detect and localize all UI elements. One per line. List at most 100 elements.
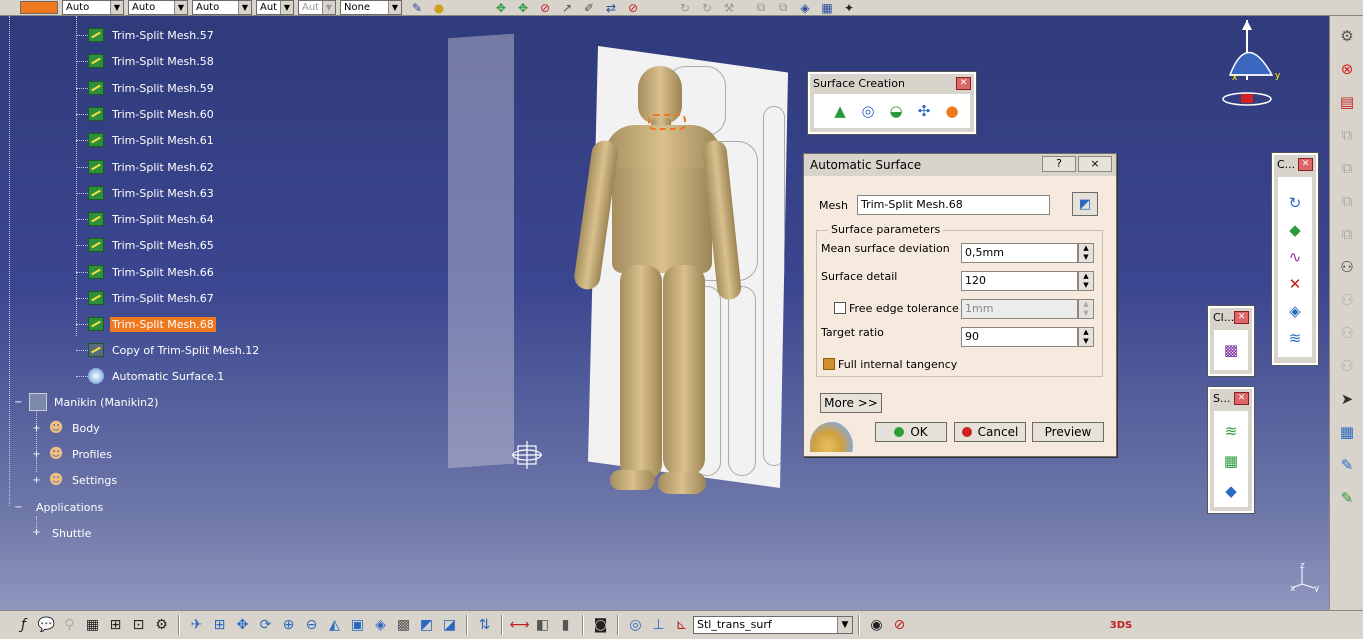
network-surface-icon[interactable]: ✣	[912, 99, 936, 123]
automatic-surface-dialog[interactable]: Automatic Surface ? × Mesh Trim-Split Me…	[803, 153, 1117, 457]
automatic-surface-icon[interactable]: ●	[940, 99, 964, 123]
palette-title-bar[interactable]: Cl... ✕	[1210, 308, 1252, 326]
tree-item-mesh[interactable]: Trim-Split Mesh.65	[86, 235, 216, 255]
comment-icon[interactable]: 💬	[35, 614, 58, 636]
pan-icon[interactable]: ✥	[231, 614, 254, 636]
tools-icon[interactable]: ⚙	[1334, 23, 1360, 49]
view-icon[interactable]: ◈	[794, 0, 816, 15]
arrow-icon[interactable]: ↗	[556, 0, 578, 15]
tree-item-manikin-child[interactable]: ☻ Settings	[46, 470, 119, 490]
pdf-icon[interactable]: ▤	[1334, 89, 1360, 115]
update-icon[interactable]: ⇅	[473, 614, 496, 636]
ok-button[interactable]: OK	[875, 422, 947, 442]
curve-loop-icon[interactable]: ↻	[1283, 191, 1307, 215]
bottle-icon[interactable]: ▮	[554, 614, 577, 636]
collapse-icon[interactable]: −	[14, 398, 23, 408]
copy-icon[interactable]: ⧉	[1334, 122, 1360, 148]
lock-icon[interactable]: ⊡	[127, 614, 150, 636]
views-icon[interactable]: ▣	[346, 614, 369, 636]
tree-item-applications[interactable]: Applications	[10, 497, 105, 517]
close-icon[interactable]: ✕	[956, 76, 971, 90]
curve-2-icon[interactable]: ↻	[696, 0, 718, 15]
free-edge-field[interactable]: 1mm	[961, 299, 1078, 319]
move-green-2-icon[interactable]: ✥	[512, 0, 534, 15]
combo-4[interactable]: Aut ▼	[256, 0, 294, 15]
mesh-select-button[interactable]: ◩	[1072, 192, 1098, 216]
surface-creation-palette[interactable]: Surface Creation ✕ ▲ ◎ ◒ ✣ ●	[807, 71, 977, 135]
cl-palette[interactable]: Cl... ✕ ▩	[1207, 305, 1255, 377]
combo-1[interactable]: Auto ▼	[62, 0, 124, 15]
s-palette[interactable]: S... ✕ ≋ ▦ ◆	[1207, 386, 1255, 514]
eye-no-icon[interactable]: ⊘	[888, 614, 911, 636]
curve-icon[interactable]: ↻	[674, 0, 696, 15]
tree-item-mesh[interactable]: Trim-Split Mesh.59	[86, 78, 216, 98]
eye-icon[interactable]: ◉	[865, 614, 888, 636]
mean-deviation-field[interactable]: 0,5mm	[961, 243, 1078, 263]
close-icon[interactable]: ✕	[1234, 310, 1249, 324]
mesh-surface-icon[interactable]: ▲	[828, 99, 852, 123]
fit-all-icon[interactable]: ⊞	[208, 614, 231, 636]
hide-show-icon[interactable]: ◩	[415, 614, 438, 636]
close-icon[interactable]: ✕	[1234, 391, 1249, 405]
select-arrow-icon[interactable]: ➤	[1334, 386, 1360, 412]
close-icon[interactable]: ✕	[1298, 157, 1313, 171]
copy-4-icon[interactable]: ⧉	[1334, 221, 1360, 247]
mean-deviation-spinner[interactable]: ▲ ▼	[1078, 243, 1094, 263]
cloud-icon[interactable]: ▩	[1219, 338, 1243, 362]
copy-icon[interactable]: ⧉	[750, 0, 772, 15]
people-icon[interactable]: ⚇	[1334, 254, 1360, 280]
people-4-icon[interactable]: ⚇	[1334, 353, 1360, 379]
tree-item-mesh[interactable]: Trim-Split Mesh.63	[86, 183, 216, 203]
surface-grid-icon[interactable]: ▦	[1219, 449, 1243, 473]
tree-item-manikin-child[interactable]: ☻ Profiles	[46, 444, 114, 464]
chevron-down-icon[interactable]: ▼	[174, 1, 187, 14]
swap-space-icon[interactable]: ◪	[438, 614, 461, 636]
people-3-icon[interactable]: ⚇	[1334, 320, 1360, 346]
tree-item-shuttle[interactable]: Shuttle	[26, 523, 93, 543]
cancel-button[interactable]: Cancel	[954, 422, 1026, 442]
surface-detail-field[interactable]: 120	[961, 271, 1078, 291]
isometric-icon[interactable]: ◈	[369, 614, 392, 636]
combo-5[interactable]: Aut ▼	[298, 0, 336, 15]
combo-6[interactable]: None ▼	[340, 0, 402, 15]
measure-icon[interactable]: ⟷	[508, 614, 531, 636]
tree-item-manikin-child[interactable]: ☻ Body	[46, 418, 102, 438]
paste-icon[interactable]: ⧉	[772, 0, 794, 15]
normal-view-icon[interactable]: ◭	[323, 614, 346, 636]
zoom-out-icon[interactable]: ⊖	[300, 614, 323, 636]
free-edge-checkbox[interactable]	[834, 302, 846, 314]
copy-2-icon[interactable]: ⧉	[1334, 155, 1360, 181]
table-icon[interactable]: ▦	[81, 614, 104, 636]
tool-icon[interactable]: ⚒	[718, 0, 740, 15]
chevron-down-icon[interactable]: ▼	[110, 1, 123, 14]
chevron-down-icon[interactable]: ▼	[322, 1, 335, 14]
work-object-icon[interactable]: ⊾	[670, 614, 693, 636]
inertia-icon[interactable]: ◧	[531, 614, 554, 636]
surface-detail-spinner[interactable]: ▲ ▼	[1078, 271, 1094, 291]
connect-icon[interactable]: ✕	[1283, 272, 1307, 296]
link-icon[interactable]: ⇄	[600, 0, 622, 15]
preview-button[interactable]: Preview	[1032, 422, 1104, 442]
settings-icon[interactable]: ⚙	[150, 614, 173, 636]
c-palette[interactable]: C... ✕ ↻ ◆ ∿ ✕ ◈ ≋	[1271, 152, 1319, 366]
expand-icon[interactable]: +	[32, 476, 41, 486]
brush-icon[interactable]: ✎	[406, 0, 428, 15]
move-green-icon[interactable]: ✥	[490, 0, 512, 15]
combo-3[interactable]: Auto ▼	[192, 0, 252, 15]
tree-item-mesh[interactable]: Trim-Split Mesh.66	[86, 262, 216, 282]
full-tangency-checkbox[interactable]	[823, 358, 835, 370]
camera-icon[interactable]: ◙	[589, 614, 612, 636]
curve-surface-icon[interactable]: ◒	[884, 99, 908, 123]
target-ratio-field[interactable]: 90	[961, 327, 1078, 347]
chevron-down-icon[interactable]: ▼	[280, 1, 293, 14]
palette-title-bar[interactable]: S... ✕	[1210, 389, 1252, 407]
surface-blob-icon[interactable]: ◆	[1219, 479, 1243, 503]
select-icon[interactable]: ✦	[838, 0, 860, 15]
fly-icon[interactable]: ✈	[185, 614, 208, 636]
tree-item-mesh[interactable]: Trim-Split Mesh.60	[86, 104, 216, 124]
chevron-down-icon[interactable]: ▼	[238, 1, 251, 14]
grid-icon[interactable]: ▦	[816, 0, 838, 15]
tree-item-mesh[interactable]: Trim-Split Mesh.68	[86, 314, 216, 334]
wave-icon[interactable]: ∿	[1283, 245, 1307, 269]
manipulator-icon[interactable]	[510, 440, 544, 470]
